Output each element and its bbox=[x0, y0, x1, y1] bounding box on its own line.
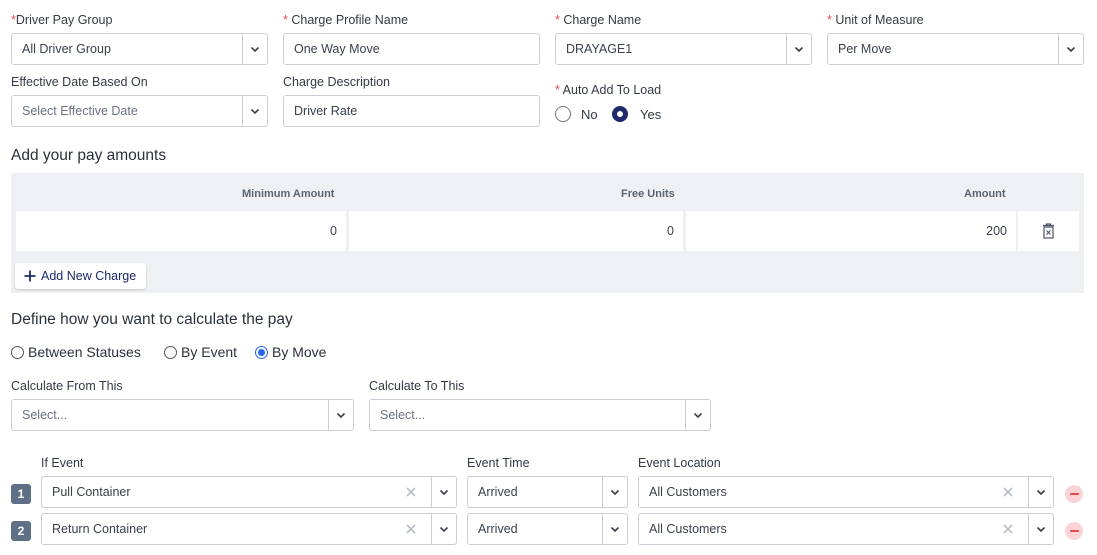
event-value: Return Container bbox=[52, 522, 148, 536]
event-time-value: Arrived bbox=[478, 522, 518, 536]
charge-profile-name-value: One Way Move bbox=[294, 42, 380, 56]
event-time-select[interactable]: Arrived bbox=[467, 513, 628, 545]
between-statuses-label: Between Statuses bbox=[28, 344, 141, 360]
driver-pay-group-select[interactable]: All Driver Group bbox=[11, 33, 268, 65]
charge-profile-name-input[interactable]: One Way Move bbox=[283, 33, 540, 65]
minus-circle-icon[interactable] bbox=[1065, 522, 1083, 540]
effective-date-label: Effective Date Based On bbox=[11, 75, 148, 89]
clear-icon[interactable] bbox=[404, 522, 418, 536]
minus-circle-icon[interactable] bbox=[1065, 485, 1083, 503]
calculate-from-select[interactable]: Select... bbox=[11, 399, 354, 431]
effective-date-select[interactable]: Select Effective Date bbox=[11, 95, 268, 127]
chevron-down-icon[interactable] bbox=[787, 34, 811, 64]
chevron-down-icon[interactable] bbox=[1029, 514, 1053, 544]
event-select[interactable]: Pull Container bbox=[41, 476, 457, 508]
auto-add-yes-radio[interactable] bbox=[612, 106, 628, 122]
charge-description-value: Driver Rate bbox=[294, 104, 358, 118]
event-time-value: Arrived bbox=[478, 485, 518, 499]
driver-pay-group-label: *Driver Pay Group bbox=[11, 13, 113, 27]
chevron-down-icon[interactable] bbox=[432, 514, 456, 544]
minimum-amount-value: 0 bbox=[330, 224, 337, 238]
event-location-column-label: Event Location bbox=[638, 456, 721, 470]
charge-profile-name-label: * Charge Profile Name bbox=[283, 13, 409, 27]
free-units-value: 0 bbox=[667, 224, 674, 238]
amount-value: 200 bbox=[986, 224, 1007, 238]
charge-description-label: Charge Description bbox=[283, 75, 390, 89]
calculate-from-label: Calculate From This bbox=[11, 379, 123, 393]
charge-name-label: * Charge Name bbox=[555, 13, 642, 27]
by-move-label: By Move bbox=[272, 344, 327, 360]
plus-icon bbox=[24, 270, 36, 282]
clear-icon[interactable] bbox=[1001, 485, 1015, 499]
by-move-radio[interactable] bbox=[255, 346, 268, 359]
charge-name-select[interactable]: DRAYAGE1 bbox=[555, 33, 812, 65]
unit-of-measure-select[interactable]: Per Move bbox=[827, 33, 1084, 65]
add-new-charge-button[interactable]: Add New Charge bbox=[15, 263, 146, 289]
chevron-down-icon[interactable] bbox=[243, 34, 267, 64]
calculation-heading: Define how you want to calculate the pay bbox=[11, 311, 293, 328]
unit-of-measure-label: * Unit of Measure bbox=[827, 13, 924, 27]
chevron-down-icon[interactable] bbox=[329, 400, 353, 430]
pay-amounts-heading: Add your pay amounts bbox=[11, 147, 167, 164]
chevron-down-icon[interactable] bbox=[603, 477, 627, 507]
event-select[interactable]: Return Container bbox=[41, 513, 457, 545]
event-location-value: All Customers bbox=[649, 522, 727, 536]
column-header-amount: Amount bbox=[964, 188, 1006, 200]
unit-of-measure-value: Per Move bbox=[838, 42, 892, 56]
effective-date-placeholder: Select Effective Date bbox=[22, 104, 138, 118]
clear-icon[interactable] bbox=[404, 485, 418, 499]
minimum-amount-input[interactable]: 0 bbox=[16, 211, 346, 251]
add-new-charge-label: Add New Charge bbox=[41, 269, 137, 283]
chevron-down-icon[interactable] bbox=[1029, 477, 1053, 507]
chevron-down-icon[interactable] bbox=[686, 400, 710, 430]
column-header-free-units: Free Units bbox=[621, 188, 675, 200]
calculate-from-placeholder: Select... bbox=[22, 408, 68, 422]
event-location-select[interactable]: All Customers bbox=[638, 476, 1054, 508]
radio-dot bbox=[258, 349, 265, 356]
trash-icon[interactable] bbox=[1042, 223, 1055, 239]
event-value: Pull Container bbox=[52, 485, 131, 499]
auto-add-label: * Auto Add To Load bbox=[555, 83, 662, 97]
charge-description-input[interactable]: Driver Rate bbox=[283, 95, 540, 127]
calculate-to-label: Calculate To This bbox=[369, 379, 465, 393]
clear-icon[interactable] bbox=[1001, 522, 1015, 536]
driver-pay-group-value: All Driver Group bbox=[22, 42, 111, 56]
auto-add-no-label: No bbox=[581, 107, 598, 122]
auto-add-yes-label: Yes bbox=[640, 107, 662, 122]
charge-name-value: DRAYAGE1 bbox=[566, 42, 633, 56]
if-event-column-label: If Event bbox=[41, 456, 84, 470]
chevron-down-icon[interactable] bbox=[243, 96, 267, 126]
chevron-down-icon[interactable] bbox=[1059, 34, 1083, 64]
event-time-select[interactable]: Arrived bbox=[467, 476, 628, 508]
row-number-badge: 1 bbox=[11, 484, 31, 504]
event-location-select[interactable]: All Customers bbox=[638, 513, 1054, 545]
calculate-to-select[interactable]: Select... bbox=[369, 399, 711, 431]
by-event-label: By Event bbox=[181, 344, 238, 360]
between-statuses-radio[interactable] bbox=[11, 346, 24, 359]
chevron-down-icon[interactable] bbox=[432, 477, 456, 507]
column-header-minimum-amount: Minimum Amount bbox=[242, 188, 335, 200]
calculate-to-placeholder: Select... bbox=[380, 408, 426, 422]
delete-row-cell bbox=[1018, 211, 1079, 251]
auto-add-no-radio[interactable] bbox=[555, 106, 571, 122]
row-number-badge: 2 bbox=[11, 521, 31, 541]
amount-input[interactable]: 200 bbox=[686, 211, 1016, 251]
by-event-radio[interactable] bbox=[164, 346, 177, 359]
chevron-down-icon[interactable] bbox=[603, 514, 627, 544]
event-location-value: All Customers bbox=[649, 485, 727, 499]
free-units-input[interactable]: 0 bbox=[349, 211, 683, 251]
event-time-column-label: Event Time bbox=[467, 456, 530, 470]
